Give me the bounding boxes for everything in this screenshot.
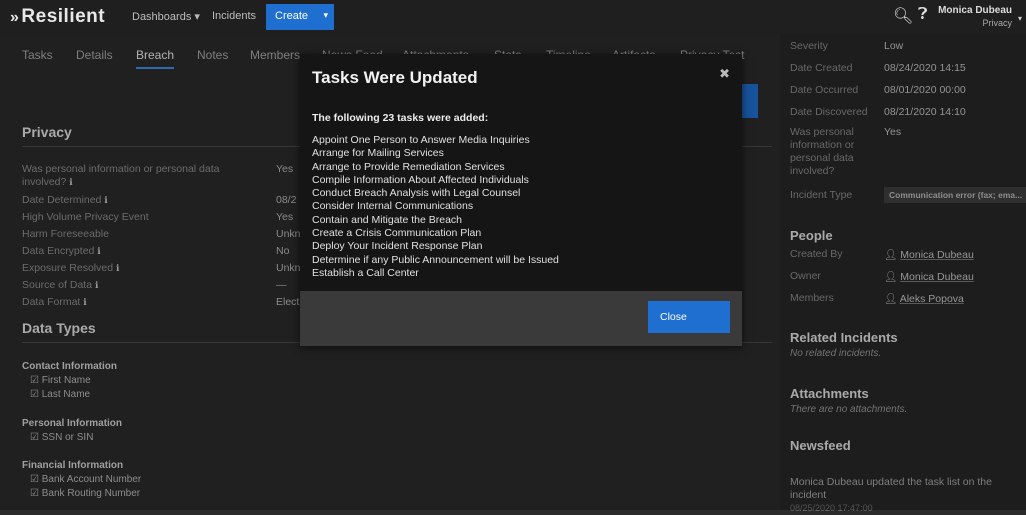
list-item: Establish a Call Center — [312, 266, 419, 279]
modal-overlay: Tasks Were Updated ✖︎ The following 23 t… — [0, 0, 1026, 510]
dialog-footer: Close — [300, 291, 742, 346]
list-item: Compile Information About Affected Indiv… — [312, 173, 529, 186]
list-item: Arrange for Mailing Services — [312, 147, 444, 160]
list-item: Create a Crisis Communication Plan — [312, 227, 482, 240]
list-item: Contain and Mitigate the Breach — [312, 213, 463, 226]
list-item: Arrange to Provide Remediation Services — [312, 160, 505, 173]
list-item: Deploy Your Incident Response Plan — [312, 240, 483, 253]
tasks-updated-dialog: Tasks Were Updated ✖︎ The following 23 t… — [300, 54, 742, 346]
list-item: Consider Internal Communications — [312, 200, 474, 213]
list-item: Determine if any Public Announcement wil… — [312, 253, 559, 266]
close-button[interactable]: Close — [648, 301, 730, 333]
close-icon[interactable]: ✖︎ — [719, 66, 730, 82]
added-task-list: Appoint One Person to Answer Media Inqui… — [312, 134, 559, 280]
list-item: Conduct Breach Analysis with Legal Couns… — [312, 187, 521, 200]
dialog-lead-text: The following 23 tasks were added: — [312, 112, 489, 124]
list-item: Appoint One Person to Answer Media Inqui… — [312, 134, 530, 146]
dialog-title: Tasks Were Updated — [312, 68, 478, 87]
